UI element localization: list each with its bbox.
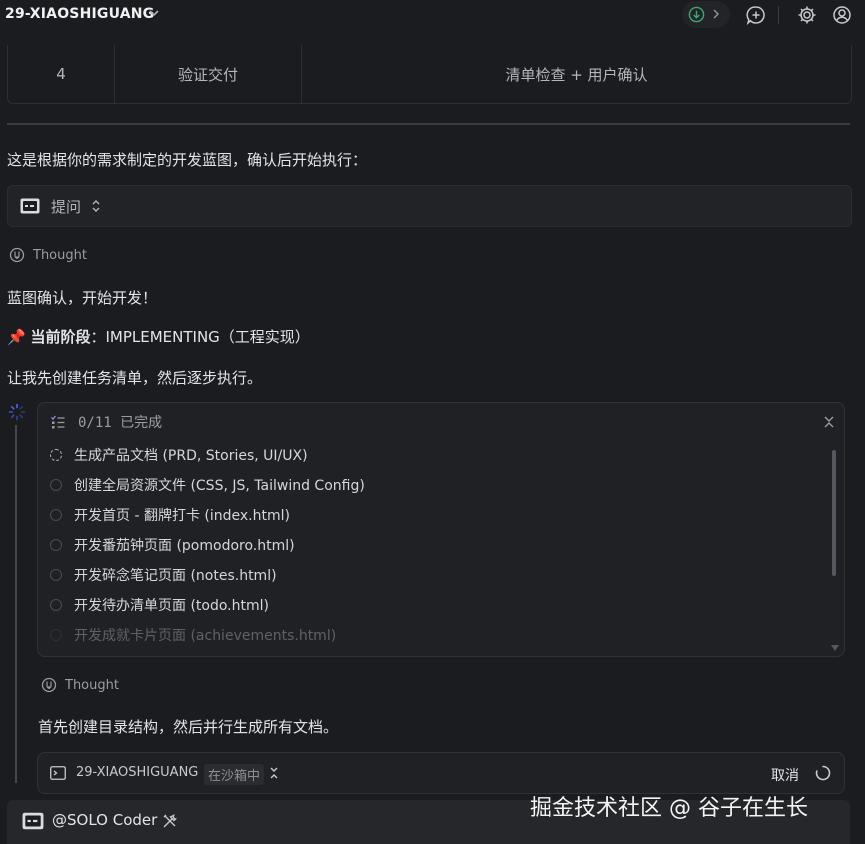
- chevron-right-icon: [713, 9, 720, 19]
- ask-tool-bar[interactable]: 提问: [7, 185, 852, 227]
- terminal-icon: [50, 766, 66, 780]
- thought-label: Thought: [65, 677, 119, 693]
- terminal-icon: [22, 812, 44, 830]
- thought-icon: [41, 677, 57, 693]
- ask-label: 提问: [51, 198, 82, 216]
- task-item[interactable]: 开发首页 - 翻牌打卡 (index.html): [50, 503, 290, 527]
- task-label: 创建全局资源文件 (CSS, JS, Tailwind Config): [74, 478, 365, 494]
- phase-message: 📌 当前阶段：IMPLEMENTING（工程实现）: [7, 326, 310, 347]
- task-list-panel: 0/11 已完成 生成产品文档 (PRD, Stories, UI/UX) 创建…: [37, 402, 845, 657]
- thought-row[interactable]: Thought: [41, 677, 119, 693]
- new-chat-icon[interactable]: [746, 5, 766, 25]
- expand-collapse-icon[interactable]: [90, 198, 102, 214]
- task-label: 开发碎念笔记页面 (notes.html): [74, 568, 277, 584]
- pending-circle-icon: [50, 569, 62, 581]
- task-label: 生成产品文档 (PRD, Stories, UI/UX): [74, 448, 308, 464]
- header-separator: [778, 6, 779, 24]
- task-label: 开发待办清单页面 (todo.html): [74, 598, 269, 614]
- command-project-name: 29-XIAOSHIGUANG: [76, 765, 199, 780]
- thought-label: Thought: [33, 247, 87, 263]
- in-progress-icon: [50, 449, 62, 461]
- section-divider: [7, 123, 850, 125]
- watermark-text: 掘金技术社区 @ 谷子在生长: [530, 796, 808, 821]
- pending-circle-icon: [50, 479, 62, 491]
- table-cell-stage: 验证交付: [115, 45, 302, 103]
- plan-message: 让我先创建任务清单，然后逐步执行。: [7, 369, 263, 387]
- status-indicator[interactable]: [682, 1, 730, 28]
- task-item[interactable]: 开发番茄钟页面 (pomodoro.html): [50, 533, 295, 557]
- plan-table: 4 验证交付 清单检查 + 用户确认: [7, 45, 852, 104]
- scroll-down-arrow-icon[interactable]: [831, 645, 839, 651]
- phase-value: ：IMPLEMENTING（工程实现）: [90, 328, 310, 346]
- task-label: 开发首页 - 翻牌打卡 (index.html): [74, 508, 290, 524]
- pin-icon: 📌: [7, 328, 26, 346]
- task-item[interactable]: 开发成就卡片页面 (achievements.html): [50, 623, 336, 647]
- confirm-message: 蓝图确认，开始开发！: [7, 289, 158, 307]
- pending-circle-icon: [50, 599, 62, 611]
- chevron-down-icon[interactable]: [146, 5, 162, 21]
- task-item[interactable]: 创建全局资源文件 (CSS, JS, Tailwind Config): [50, 473, 365, 497]
- collapse-icon[interactable]: [822, 414, 836, 430]
- cancel-button[interactable]: 取消: [771, 765, 799, 785]
- task-progress-header: 0/11 已完成: [50, 412, 162, 432]
- download-status-icon: [688, 6, 705, 23]
- command-run-bar[interactable]: 29-XIAOSHIGUANG 在沙箱中 取消: [37, 752, 845, 794]
- next-step-message: 首先创建目录结构，然后并行生成所有文档。: [38, 718, 339, 736]
- task-item[interactable]: 生成产品文档 (PRD, Stories, UI/UX): [50, 443, 308, 467]
- expand-collapse-icon[interactable]: [268, 765, 280, 781]
- thought-row[interactable]: Thought: [9, 247, 87, 263]
- checklist-icon: [51, 415, 65, 429]
- task-item[interactable]: 开发碎念笔记页面 (notes.html): [50, 563, 277, 587]
- agent-selector[interactable]: @SOLO Coder: [52, 811, 157, 829]
- pending-circle-icon: [50, 629, 62, 641]
- gear-icon[interactable]: [797, 5, 817, 25]
- terminal-icon: [20, 198, 40, 214]
- tools-icon[interactable]: [162, 813, 178, 829]
- project-title[interactable]: 29-XIAOSHIGUANG: [5, 6, 154, 22]
- user-account-icon[interactable]: [832, 5, 852, 25]
- blueprint-message: 这是根据你的需求制定的开发蓝图，确认后开始执行：: [7, 151, 368, 169]
- task-list-scrollbar[interactable]: [832, 450, 836, 576]
- task-label: 开发番茄钟页面 (pomodoro.html): [74, 538, 295, 554]
- table-cell-content: 清单检查 + 用户确认: [505, 65, 648, 84]
- table-cell-num: 4: [8, 45, 115, 103]
- header-bar: 29-XIAOSHIGUANG: [0, 0, 865, 30]
- sandbox-badge: 在沙箱中: [204, 764, 265, 785]
- task-progress-text: 0/11 已完成: [78, 415, 163, 431]
- thought-icon: [9, 247, 25, 263]
- timeline-line: [15, 425, 17, 783]
- task-label: 开发成就卡片页面 (achievements.html): [74, 628, 337, 644]
- pending-circle-icon: [50, 539, 62, 551]
- loading-spinner-icon: [8, 403, 26, 421]
- phase-label: 当前阶段: [30, 328, 91, 346]
- pending-circle-icon: [50, 509, 62, 521]
- loading-spinner-icon: [815, 765, 831, 781]
- task-item[interactable]: 开发待办清单页面 (todo.html): [50, 593, 269, 617]
